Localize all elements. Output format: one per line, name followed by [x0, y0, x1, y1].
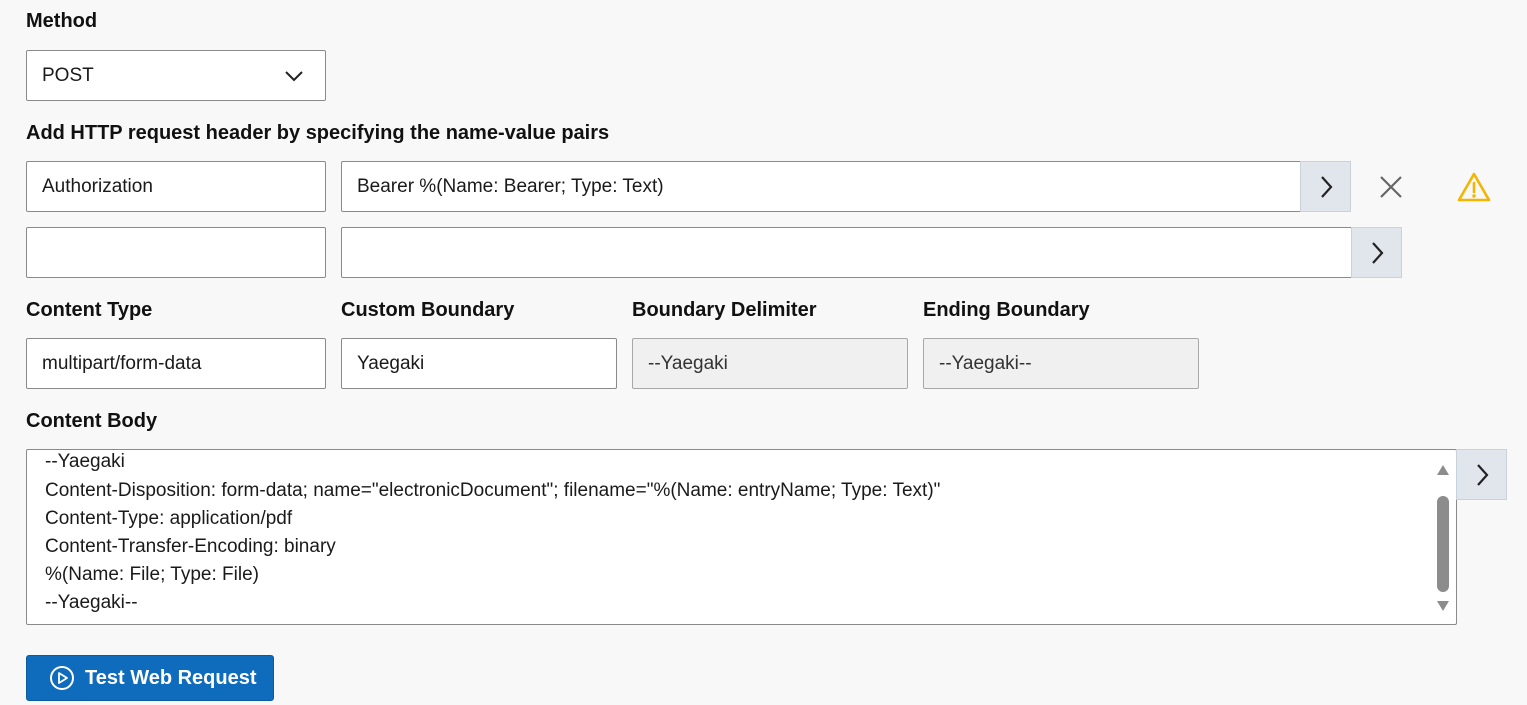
scroll-up-arrow-icon[interactable]	[1436, 464, 1450, 476]
method-label: Method	[26, 10, 98, 32]
chevron-down-icon	[283, 65, 305, 87]
content-body-line-1: --Yaegaki	[45, 451, 125, 472]
test-web-request-button[interactable]: Test Web Request	[26, 655, 274, 701]
content-body-scrollbar[interactable]	[1430, 450, 1456, 624]
header-value-input-2[interactable]	[341, 227, 1353, 278]
ending-boundary-field: --Yaegaki--	[923, 338, 1199, 389]
boundary-delimiter-field: --Yaegaki	[632, 338, 908, 389]
play-circle-icon	[49, 665, 75, 691]
close-icon[interactable]	[1376, 172, 1406, 202]
header-value-expand-button-2[interactable]	[1351, 227, 1402, 278]
content-type-label: Content Type	[26, 299, 153, 321]
content-type-value: multipart/form-data	[42, 352, 202, 374]
boundary-delimiter-label: Boundary Delimiter	[632, 299, 817, 321]
header-value-input-1[interactable]: Bearer %(Name: Bearer; Type: Text)	[341, 161, 1302, 212]
chevron-right-icon	[1471, 462, 1493, 488]
content-body-label: Content Body	[26, 410, 158, 432]
ending-boundary-value: --Yaegaki--	[939, 352, 1032, 374]
chevron-right-icon	[1315, 174, 1337, 200]
content-body-line-6: --Yaegaki--	[45, 592, 138, 613]
custom-boundary-value: Yaegaki	[357, 352, 425, 374]
web-request-form: Method POST Add HTTP request header by s…	[0, 0, 1527, 705]
chevron-right-icon	[1366, 240, 1388, 266]
content-body-textarea[interactable]: --Yaegaki Content-Disposition: form-data…	[26, 449, 1457, 625]
method-select[interactable]: POST	[26, 50, 326, 101]
scrollbar-thumb[interactable]	[1437, 496, 1449, 592]
headers-label: Add HTTP request header by specifying th…	[26, 122, 610, 144]
content-type-input[interactable]: multipart/form-data	[26, 338, 326, 389]
content-body-line-5: %(Name: File; Type: File)	[45, 564, 259, 585]
content-body-line-3: Content-Type: application/pdf	[45, 508, 293, 529]
boundary-delimiter-value: --Yaegaki	[648, 352, 728, 374]
header-value-text-1: Bearer %(Name: Bearer; Type: Text)	[357, 175, 664, 197]
content-body-line-4: Content-Transfer-Encoding: binary	[45, 536, 336, 557]
method-selected-value: POST	[42, 64, 94, 86]
header-name-input-2[interactable]	[26, 227, 326, 278]
header-value-expand-button-1[interactable]	[1300, 161, 1351, 212]
content-body-line-2: Content-Disposition: form-data; name="el…	[45, 480, 941, 501]
scroll-down-arrow-icon[interactable]	[1436, 600, 1450, 612]
ending-boundary-label: Ending Boundary	[923, 299, 1090, 321]
custom-boundary-label: Custom Boundary	[341, 299, 515, 321]
custom-boundary-input[interactable]: Yaegaki	[341, 338, 617, 389]
content-body-expand-button[interactable]	[1456, 449, 1507, 500]
header-name-input-1[interactable]: Authorization	[26, 161, 326, 212]
header-name-value-1: Authorization	[42, 175, 153, 197]
test-web-request-label: Test Web Request	[85, 666, 257, 689]
warning-icon	[1456, 170, 1492, 204]
